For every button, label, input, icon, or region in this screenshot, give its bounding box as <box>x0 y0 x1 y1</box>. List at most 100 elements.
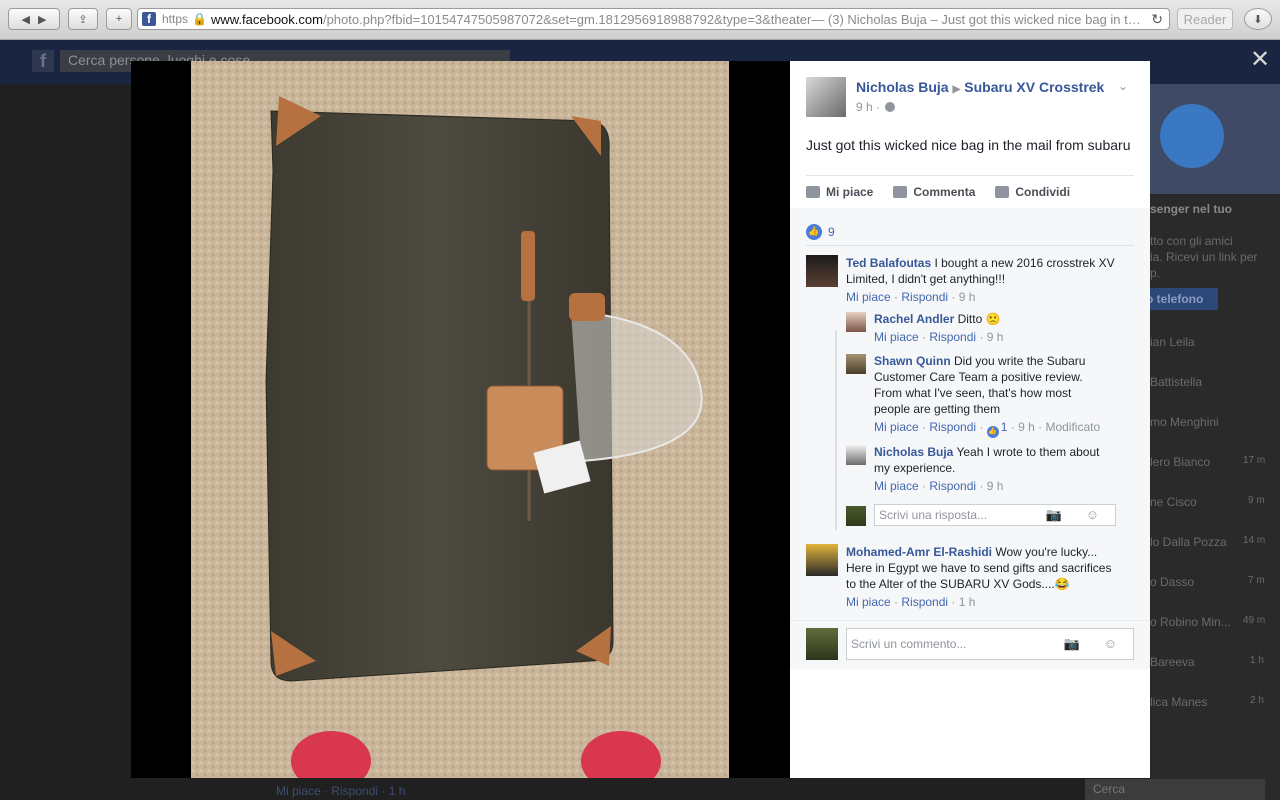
post-author[interactable]: Nicholas Buja <box>856 79 949 95</box>
https-label: https <box>162 12 189 26</box>
download-icon: ⬇ <box>1253 13 1263 26</box>
avatar[interactable] <box>846 445 866 465</box>
close-icon[interactable]: ✕ <box>1248 48 1272 72</box>
comment-reply-link[interactable]: Rispondi <box>901 595 948 609</box>
background-comment-meta: Mi piace · Rispondi · 1 h <box>276 784 406 798</box>
post-actions: Mi piace Commenta Condividi <box>806 175 1134 208</box>
chevron-down-icon[interactable]: ⌄ <box>1118 79 1128 93</box>
contact-name: Battistella <box>1150 375 1203 389</box>
add-bookmark-button[interactable]: + <box>106 8 132 30</box>
share-button[interactable]: ⇪ <box>68 8 98 30</box>
contact-time: 2 h <box>1250 695 1264 706</box>
comment-like-link[interactable]: Mi piace <box>874 330 919 344</box>
back-icon[interactable]: ◀ <box>22 13 30 26</box>
contact-name: Bareeva <box>1150 655 1195 669</box>
camera-and-emoji-icons[interactable]: 📷 ☺ <box>1046 507 1109 523</box>
post-group[interactable]: Subaru XV Crosstrek <box>964 79 1104 95</box>
comment-button[interactable]: Commenta <box>893 185 975 199</box>
comment-like-link[interactable]: Mi piace <box>846 595 891 609</box>
comment-text: Ditto 🙁 <box>957 312 1001 326</box>
like-button[interactable]: Mi piace <box>806 185 873 199</box>
post-author-line: Nicholas Buja ▶ Subaru XV Crosstrek <box>856 79 1104 95</box>
comment-time[interactable]: 9 h <box>1018 420 1035 434</box>
forward-icon[interactable]: ▶ <box>38 13 46 26</box>
comment-reply-link[interactable]: Rispondi <box>929 330 976 344</box>
comment-like-link[interactable]: Mi piace <box>846 290 891 304</box>
messenger-text-2: ia. Ricevi un link per <box>1150 250 1258 264</box>
comment-author[interactable]: Mohamed-Amr El-Rashidi <box>846 545 992 559</box>
comment-meta: Mi piace · Rispondi · 9 h <box>846 290 976 304</box>
share-button[interactable]: Condividi <box>995 185 1070 199</box>
comment-author[interactable]: Rachel Andler <box>874 312 954 326</box>
url-path: /photo.php?fbid=10154747505987072&set=gm… <box>322 11 812 27</box>
url-bar[interactable]: f https 🔒 www.facebook.com /photo.php?fb… <box>137 8 1170 30</box>
avatar[interactable] <box>806 544 838 576</box>
comment-edited[interactable]: Modificato <box>1045 420 1100 434</box>
plus-icon: + <box>115 13 123 25</box>
contact-time: 17 m <box>1243 455 1266 466</box>
contact-name: ian Leila <box>1150 335 1195 349</box>
comment-reply-link[interactable]: Rispondi <box>929 479 976 493</box>
comment-author[interactable]: Nicholas Buja <box>874 445 953 459</box>
contact-name: o Robino Min... <box>1150 615 1231 629</box>
comment-like-number: 1 <box>1000 420 1008 434</box>
globe-icon <box>885 102 896 112</box>
comment-input-placeholder: Scrivi un commento... <box>851 637 967 651</box>
back-forward-buttons[interactable]: ◀ ▶ <box>8 8 60 30</box>
comment: Ted Balafoutas I bought a new 2016 cross… <box>846 255 1126 305</box>
photo <box>191 61 729 778</box>
photo-viewer[interactable] <box>131 61 790 778</box>
messenger-text-3: p. <box>1150 266 1161 280</box>
avatar <box>846 506 866 526</box>
comment-time[interactable]: 1 h <box>959 595 976 609</box>
reply-thread-line <box>835 330 837 530</box>
camera-and-emoji-icons[interactable]: 📷 ☺ <box>1064 636 1127 652</box>
avatar[interactable] <box>846 354 866 374</box>
comment-like-link[interactable]: Mi piace <box>874 479 919 493</box>
reload-icon[interactable]: ↻ <box>1151 11 1163 28</box>
like-summary[interactable]: 👍 9 <box>806 218 1134 246</box>
url-host: www.facebook.com <box>210 11 323 27</box>
reply-input-placeholder: Scrivi una risposta... <box>879 508 988 522</box>
comment-meta: Mi piace · Rispondi · 9 h <box>874 330 1004 344</box>
messenger-text-1: tto con gli amici <box>1150 234 1233 248</box>
comment-input[interactable]: Scrivi un commento... 📷 ☺ <box>846 628 1134 660</box>
reply: Shawn Quinn Did you write the Subaru Cus… <box>874 353 1100 438</box>
browser-toolbar: ◀ ▶ ⇪ + f https 🔒 www.facebook.com /phot… <box>0 0 1280 40</box>
reply-input[interactable]: Scrivi una risposta... 📷 ☺ <box>874 504 1116 526</box>
comment-time[interactable]: 9 h <box>959 290 976 304</box>
contact-time: 7 m <box>1248 575 1265 586</box>
comment-like-link[interactable]: Mi piace <box>874 420 919 434</box>
downloads-button[interactable]: ⬇ <box>1244 8 1272 30</box>
post-time: 9 h · <box>856 100 896 114</box>
comment-icon <box>893 186 908 198</box>
comment-like-count[interactable]: 👍 1 <box>986 420 1008 438</box>
contact-time: 9 m <box>1248 495 1265 506</box>
comment-time[interactable]: 9 h <box>987 330 1004 344</box>
share-label: Condividi <box>1015 185 1071 199</box>
chat-search-input: Cerca <box>1085 779 1265 800</box>
contact-name: o Dasso <box>1150 575 1195 589</box>
avatar[interactable] <box>846 312 866 332</box>
like-label: Mi piace <box>826 185 874 199</box>
comment-reply-link[interactable]: Rispondi <box>929 420 976 434</box>
comment-reply-link[interactable]: Rispondi <box>901 290 948 304</box>
comment-author[interactable]: Shawn Quinn <box>874 354 951 368</box>
contact-name: lo Dalla Pozza <box>1150 535 1227 549</box>
post-time-text[interactable]: 9 h · <box>856 100 880 114</box>
reader-button[interactable]: Reader <box>1177 8 1233 30</box>
zipper-pull <box>521 231 535 301</box>
comment-meta: Mi piace · Rispondi · 👍 1 · 9 h · Modific… <box>874 419 1100 438</box>
like-reaction-icon: 👍 <box>806 223 822 240</box>
reply: Nicholas Buja Yeah I wrote to them about… <box>874 444 1110 494</box>
messenger-promo <box>1150 84 1280 194</box>
avatar[interactable] <box>806 77 846 117</box>
comment: Mohamed-Amr El-Rashidi Wow you're lucky.… <box>846 544 1121 610</box>
comment-time[interactable]: 9 h <box>987 479 1004 493</box>
avatar[interactable] <box>806 255 838 287</box>
comment-meta: Mi piace · Rispondi · 9 h <box>874 479 1004 493</box>
share-icon: ⇪ <box>78 13 88 26</box>
post-text: Just got this wicked nice bag in the mai… <box>806 137 1131 153</box>
lock-icon: 🔒 <box>192 12 207 26</box>
comment-author[interactable]: Ted Balafoutas <box>846 256 931 270</box>
